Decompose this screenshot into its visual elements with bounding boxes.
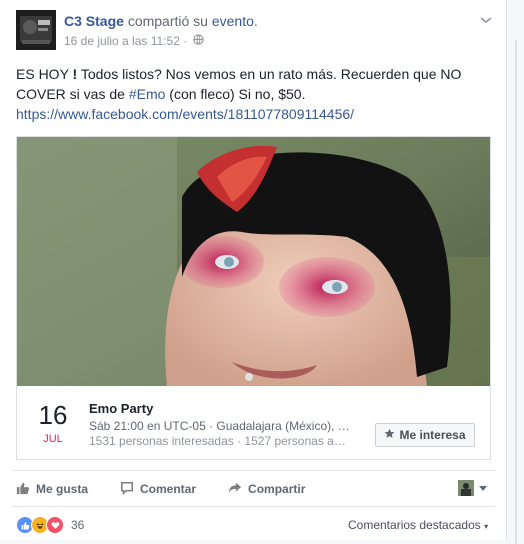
page-avatar[interactable] [16,10,56,50]
post-timestamp[interactable]: 16 de julio a las 11:52 · [64,34,187,48]
event-url-link[interactable]: https://www.facebook.com/events/18110778… [16,106,354,122]
hashtag-link[interactable]: #Emo [129,86,166,102]
event-date-month: JUL [43,433,63,445]
event-date-day: 16 [38,400,68,430]
scrollbar-track[interactable] [515,40,517,544]
post-header: C3 Stage compartió su evento. [64,12,258,30]
chevron-down-icon[interactable] [478,12,494,28]
card-footer [0,540,507,544]
interested-button[interactable]: Me interesa [375,423,475,447]
love-reaction-icon [46,516,64,534]
globe-icon[interactable] [193,34,204,48]
chevron-down-icon[interactable] [479,486,487,491]
viewer-avatar[interactable] [458,480,474,496]
share-button[interactable]: Compartir [228,481,305,498]
comment-icon [120,481,134,498]
star-icon [384,428,395,442]
post-body-text: ES HOY [16,66,73,82]
event-title[interactable]: Emo Party [89,401,153,416]
comment-label: Comentar [140,482,197,496]
interested-button-label: Me interesa [399,428,466,442]
event-attachment[interactable]: 16 JUL Emo Party Sáb 21:00 en UTC-05 · G… [16,136,491,460]
action-verb: compartió su [127,13,208,29]
author-name[interactable]: C3 Stage [64,13,124,29]
post-body-text: (con fleco) Si no, $50. [165,86,306,102]
share-label: Compartir [248,482,306,496]
event-photo[interactable] [17,137,490,386]
event-attendance: 1531 personas interesadas · 1527 persona… [89,434,346,448]
like-label: Me gusta [36,482,89,496]
caret-down-icon: ▾ [484,522,489,531]
action-suffix: . [253,13,258,29]
like-button[interactable]: Me gusta [16,481,88,498]
divider [12,470,495,471]
post-actions: Me gusta Comentar Compartir [16,478,305,500]
share-icon [228,481,242,498]
reaction-summary[interactable]: 36 [16,516,84,534]
thumbs-up-icon [16,481,30,498]
comment-sort-label: Comentarios destacados [348,518,481,532]
post-meta: 16 de julio a las 11:52 · [64,34,204,48]
divider [12,506,495,507]
event-link[interactable]: evento [212,13,254,29]
feed-post-card: C3 Stage compartió su evento. 16 de juli… [0,0,507,544]
comment-button[interactable]: Comentar [120,481,196,498]
comment-sort-dropdown[interactable]: Comentarios destacados ▾ [348,518,488,532]
event-details: Sáb 21:00 en UTC-05 · Guadalajara (Méxic… [89,419,350,433]
reaction-count: 36 [71,518,85,532]
post-body: ES HOY ! Todos listos? Nos vemos en un r… [16,64,486,104]
